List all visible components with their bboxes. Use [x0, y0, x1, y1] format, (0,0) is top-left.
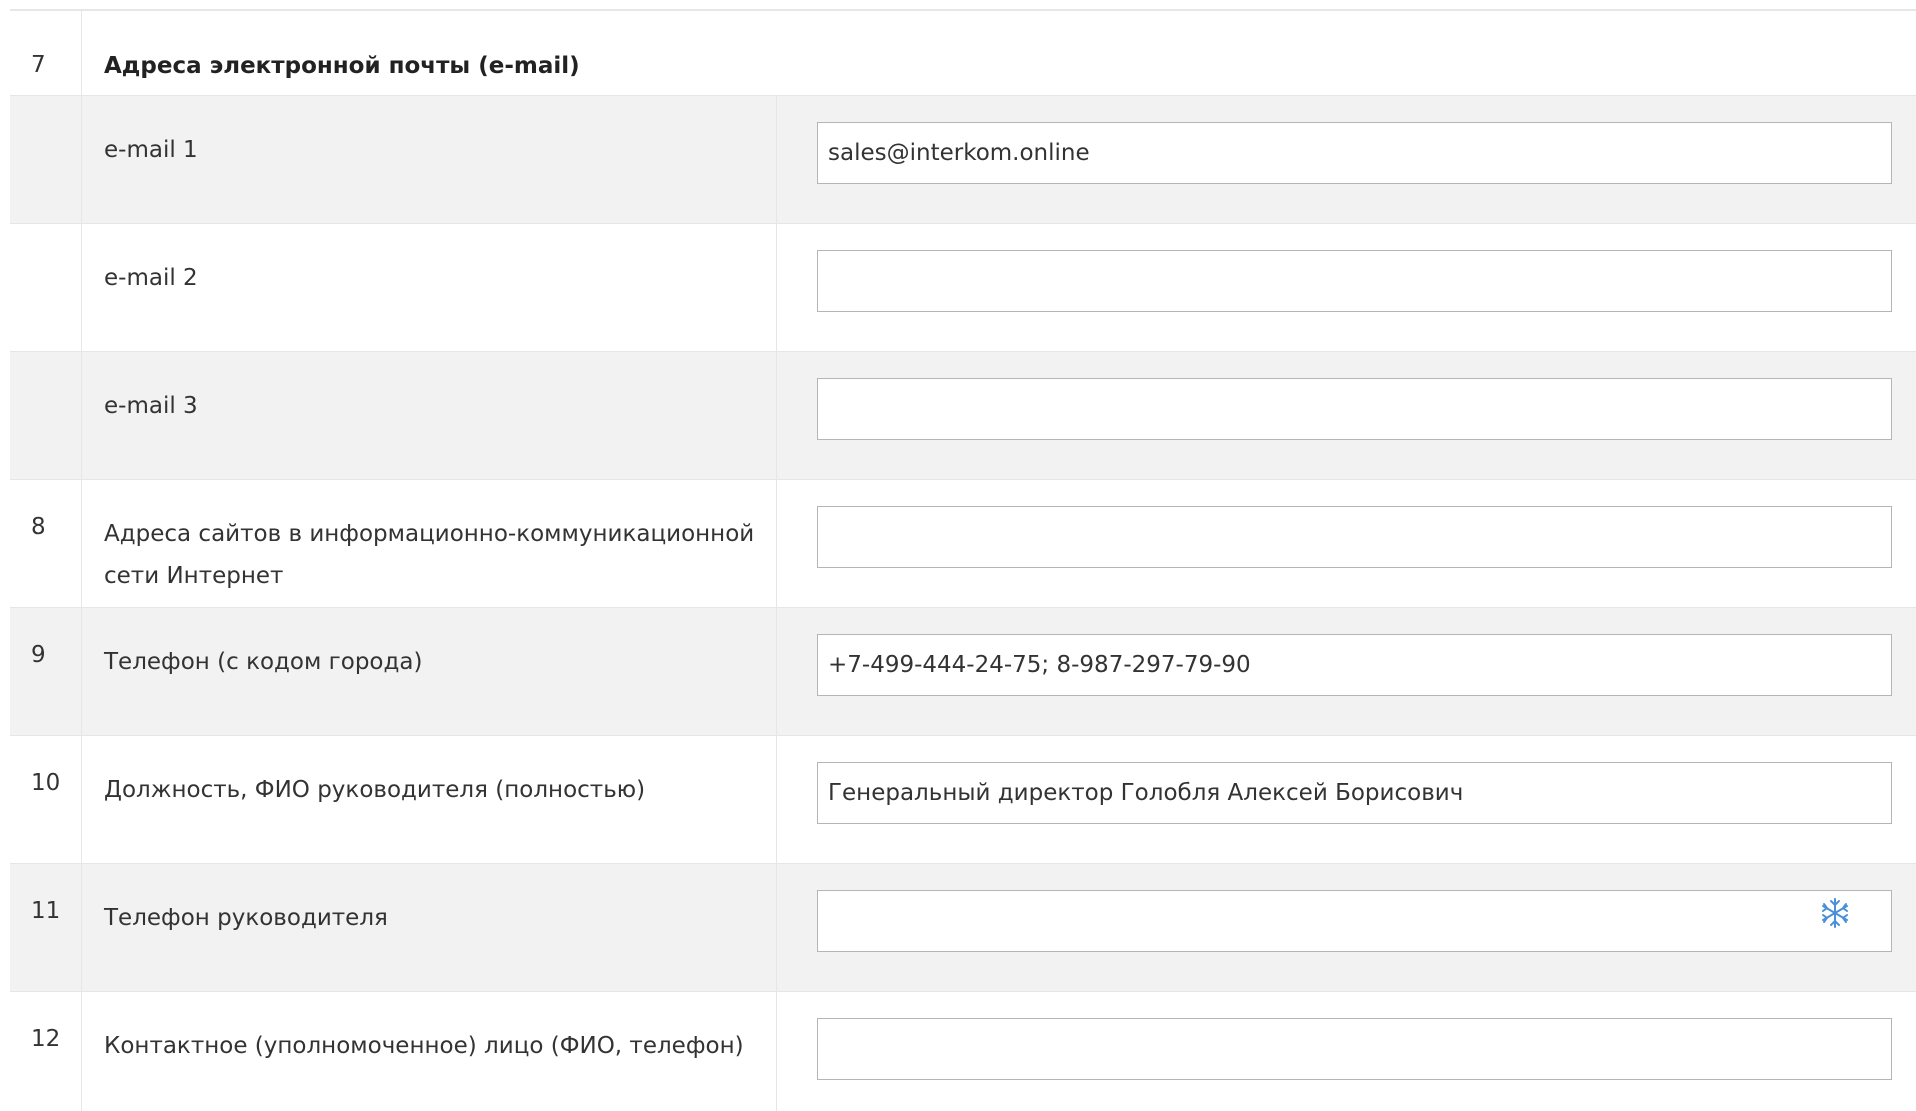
field-label: Должность, ФИО руководителя (полностью): [82, 736, 777, 863]
director-phone-field[interactable]: [817, 890, 1892, 952]
email-3-field[interactable]: [817, 378, 1892, 440]
form-row-email-3: e-mail 3: [10, 352, 1916, 480]
field-label: Адреса сайтов в информационно-коммуникац…: [82, 480, 777, 607]
form-row-email-2: e-mail 2: [10, 224, 1916, 352]
field-cell: [777, 96, 1916, 223]
row-number: 8: [10, 480, 82, 607]
row-number: 10: [10, 736, 82, 863]
row-number: 12: [10, 992, 82, 1111]
email-1-field[interactable]: [817, 122, 1892, 184]
row-number: 7: [10, 11, 82, 95]
contact-person-field[interactable]: [817, 1018, 1892, 1080]
form-row-director: 10 Должность, ФИО руководителя (полность…: [10, 736, 1916, 864]
contact-form-table: 7 Адреса электронной почты (e-mail) e-ma…: [10, 9, 1916, 1111]
section-title: Адреса электронной почты (e-mail): [104, 53, 580, 79]
field-cell: [777, 352, 1916, 479]
row-number: [10, 224, 82, 351]
websites-field[interactable]: [817, 506, 1892, 568]
field-cell: [777, 480, 1916, 607]
field-label: e-mail 2: [82, 224, 777, 351]
field-cell: [777, 736, 1916, 863]
field-cell: [777, 224, 1916, 351]
phone-field[interactable]: [817, 634, 1892, 696]
section-header-row: 7 Адреса электронной почты (e-mail): [10, 11, 1916, 96]
form-row-phone: 9 Телефон (с кодом города): [10, 608, 1916, 736]
field-label: Телефон (с кодом города): [82, 608, 777, 735]
form-row-director-phone: 11 Телефон руководителя: [10, 864, 1916, 992]
row-number: [10, 352, 82, 479]
field-cell: [777, 992, 1916, 1111]
field-cell: [777, 608, 1916, 735]
director-field[interactable]: [817, 762, 1892, 824]
field-label: Контактное (уполномоченное) лицо (ФИО, т…: [82, 992, 777, 1111]
email-2-field[interactable]: [817, 250, 1892, 312]
form-row-contact-person: 12 Контактное (уполномоченное) лицо (ФИО…: [10, 992, 1916, 1111]
snowflake-icon[interactable]: [1818, 896, 1852, 930]
field-label: Телефон руководителя: [82, 864, 777, 991]
row-number: [10, 96, 82, 223]
form-row-websites: 8 Адреса сайтов в информационно-коммуник…: [10, 480, 1916, 608]
field-label: e-mail 3: [82, 352, 777, 479]
field-label: e-mail 1: [82, 96, 777, 223]
row-number: 11: [10, 864, 82, 991]
field-cell: [777, 864, 1916, 991]
form-row-email-1: e-mail 1: [10, 96, 1916, 224]
row-number: 9: [10, 608, 82, 735]
